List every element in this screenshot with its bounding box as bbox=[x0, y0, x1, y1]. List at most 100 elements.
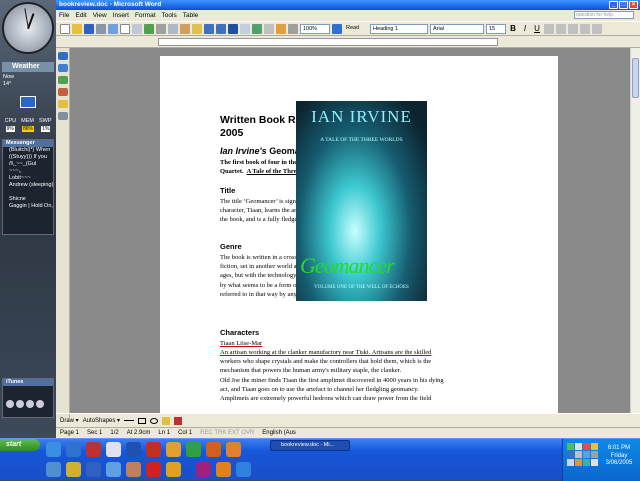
line-icon[interactable] bbox=[124, 420, 135, 421]
start-button[interactable]: start bbox=[0, 439, 40, 451]
drawing-icon[interactable] bbox=[276, 23, 286, 34]
undo-icon[interactable] bbox=[204, 23, 214, 34]
book-cover-image[interactable]: IAN IRVINE A TALE OF THE THREE WORLDS Ge… bbox=[296, 101, 427, 301]
help-icon[interactable] bbox=[332, 23, 342, 34]
toolbar-icon-4[interactable] bbox=[58, 88, 68, 96]
quicklaunch-icon[interactable] bbox=[236, 462, 251, 477]
tray-icon[interactable] bbox=[591, 459, 598, 466]
cut-icon[interactable] bbox=[156, 23, 166, 34]
new-doc-icon[interactable] bbox=[60, 23, 70, 34]
characters-heading[interactable]: Characters bbox=[220, 328, 259, 337]
style-select[interactable]: Heading 1 bbox=[370, 23, 428, 34]
zoom-select[interactable]: 100% bbox=[300, 23, 330, 34]
columns-icon[interactable] bbox=[264, 23, 274, 34]
character-description[interactable]: An artisan working at the clanker manufa… bbox=[220, 348, 540, 403]
contact-item[interactable]: Lobit~~~ bbox=[3, 175, 53, 182]
contact-item[interactable] bbox=[3, 189, 53, 196]
scroll-thumb[interactable] bbox=[632, 58, 639, 98]
email-icon[interactable] bbox=[108, 23, 118, 34]
minimize-button[interactable]: _ bbox=[609, 1, 618, 9]
tray-icon[interactable] bbox=[575, 459, 582, 466]
menu-format[interactable]: Format bbox=[132, 12, 159, 19]
quicklaunch-icon[interactable] bbox=[206, 442, 221, 457]
quicklaunch-icon[interactable] bbox=[166, 442, 181, 457]
font-color-icon[interactable] bbox=[174, 416, 183, 425]
quicklaunch-icon[interactable] bbox=[196, 462, 211, 477]
next-icon[interactable] bbox=[26, 400, 34, 408]
prev-icon[interactable] bbox=[6, 400, 14, 408]
toolbar-icon-2[interactable] bbox=[58, 64, 68, 72]
hyperlink-icon[interactable] bbox=[228, 23, 238, 34]
genre-heading[interactable]: Genre bbox=[220, 242, 242, 251]
menu-table[interactable]: Table bbox=[180, 12, 202, 19]
bold-icon[interactable]: B bbox=[508, 24, 518, 34]
tray-icon[interactable] bbox=[591, 443, 598, 450]
tray-icon[interactable] bbox=[567, 451, 574, 458]
toolbar-icon-6[interactable] bbox=[58, 112, 68, 120]
menu-tools[interactable]: Tools bbox=[159, 12, 180, 19]
horizontal-ruler[interactable] bbox=[56, 36, 640, 48]
underline-icon[interactable]: U bbox=[532, 24, 542, 34]
line-spacing-icon[interactable] bbox=[592, 23, 602, 34]
toolbar-icon-5[interactable] bbox=[58, 100, 68, 108]
quicklaunch-icon[interactable] bbox=[46, 462, 61, 477]
menu-insert[interactable]: Insert bbox=[110, 12, 132, 19]
print-preview-icon[interactable] bbox=[132, 23, 142, 34]
close-button[interactable]: × bbox=[629, 1, 638, 9]
quicklaunch-icon[interactable] bbox=[86, 462, 101, 477]
tray-icon[interactable] bbox=[583, 443, 590, 450]
stop-icon[interactable] bbox=[36, 400, 44, 408]
excel-icon[interactable] bbox=[252, 23, 262, 34]
document-area[interactable]: Written Book Review. Term 2 2005 Ian Irv… bbox=[70, 48, 630, 413]
contact-item[interactable]: Andrew (sleeping) bbox=[3, 182, 53, 189]
quicklaunch-icon[interactable] bbox=[126, 462, 141, 477]
tray-icon[interactable] bbox=[575, 443, 582, 450]
help-search-input[interactable]: question for help bbox=[574, 11, 634, 19]
paste-icon[interactable] bbox=[180, 23, 190, 34]
quicklaunch-icon[interactable] bbox=[66, 442, 81, 457]
table-icon[interactable] bbox=[240, 23, 250, 34]
quicklaunch-icon[interactable] bbox=[106, 442, 121, 457]
tray-icon[interactable] bbox=[591, 451, 598, 458]
align-left-icon[interactable] bbox=[544, 23, 554, 34]
tray-icon[interactable] bbox=[575, 451, 582, 458]
save-icon[interactable] bbox=[84, 23, 94, 34]
word-icon[interactable] bbox=[126, 442, 141, 457]
maximize-button[interactable]: □ bbox=[619, 1, 628, 9]
quicklaunch-icon[interactable] bbox=[186, 442, 201, 457]
align-center-icon[interactable] bbox=[556, 23, 566, 34]
print-icon[interactable] bbox=[120, 23, 130, 34]
font-select[interactable]: Arial bbox=[430, 23, 484, 34]
quicklaunch-icon[interactable] bbox=[216, 462, 231, 477]
font-size-select[interactable]: 15 bbox=[486, 23, 506, 34]
tray-icon[interactable] bbox=[583, 451, 590, 458]
quicklaunch-icon[interactable] bbox=[146, 462, 161, 477]
contact-item[interactable]: ~~~,, bbox=[3, 168, 53, 175]
show-hide-icon[interactable] bbox=[288, 23, 298, 34]
copy-icon[interactable] bbox=[168, 23, 178, 34]
menu-edit[interactable]: Edit bbox=[72, 12, 89, 19]
open-icon[interactable] bbox=[72, 23, 82, 34]
character-name[interactable]: Tiaan Liise-Mar bbox=[220, 339, 262, 348]
title-heading[interactable]: Title bbox=[220, 186, 235, 195]
toolbar-icon-1[interactable] bbox=[58, 52, 68, 60]
tray-clock[interactable]: 6:01 PM Friday 3/06/2005 bbox=[599, 445, 639, 468]
oval-icon[interactable] bbox=[150, 417, 159, 424]
quicklaunch-icon[interactable] bbox=[66, 462, 81, 477]
quicklaunch-icon[interactable] bbox=[146, 442, 161, 457]
redo-icon[interactable] bbox=[216, 23, 226, 34]
vertical-scrollbar[interactable] bbox=[630, 48, 640, 413]
permission-icon[interactable] bbox=[96, 23, 106, 34]
taskbar-item-word[interactable]: bookreview.doc - Mi... bbox=[270, 440, 350, 451]
italic-icon[interactable]: I bbox=[520, 24, 530, 34]
contact-item[interactable]: (Bluitchi)*) When bbox=[3, 147, 53, 154]
quicklaunch-icon[interactable] bbox=[86, 442, 101, 457]
autoshapes-menu[interactable]: AutoShapes ▾ bbox=[83, 417, 120, 424]
read-button[interactable]: Read bbox=[344, 23, 368, 34]
fill-color-icon[interactable] bbox=[162, 416, 171, 425]
quicklaunch-icon[interactable] bbox=[46, 442, 61, 457]
tray-icon[interactable] bbox=[567, 459, 574, 466]
menu-file[interactable]: File bbox=[56, 12, 72, 19]
contact-item[interactable]: Shicne bbox=[3, 196, 53, 203]
menu-view[interactable]: View bbox=[90, 12, 110, 19]
